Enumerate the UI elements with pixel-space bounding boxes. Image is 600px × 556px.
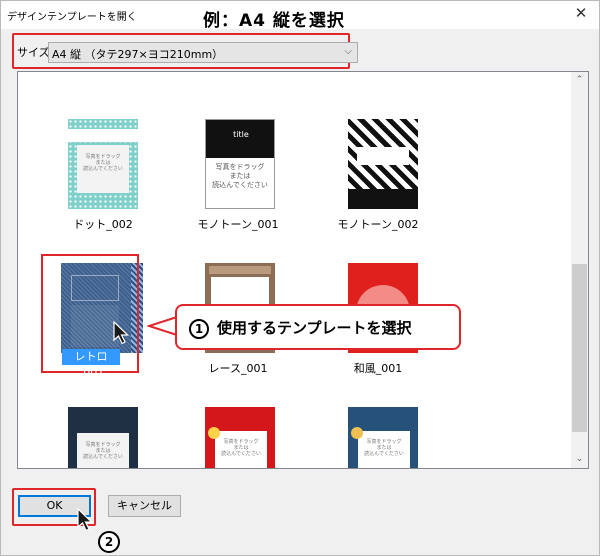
thumbnail-band	[206, 120, 274, 158]
thumbnail-band	[68, 129, 138, 142]
photo-placeholder: 写真をドラッグ または 読込んでください	[215, 431, 267, 468]
template-thumbnail: 写真をドラッグ または 読込んでください	[68, 119, 138, 209]
template-thumbnail: title 写真をドラッグ または 読込んでください	[205, 119, 275, 209]
vertical-scrollbar[interactable]: ⌃ ⌄	[571, 72, 588, 468]
template-thumbnail: 写真をドラッグ または 読込んでください	[68, 407, 138, 468]
scroll-up-icon[interactable]: ⌃	[571, 72, 588, 89]
chevron-down-icon: ⌵	[344, 46, 352, 57]
flower-icon	[208, 427, 220, 439]
step1-number: 1	[189, 319, 209, 339]
flower-icon	[351, 427, 363, 439]
template-thumbnail	[348, 119, 418, 209]
template-item[interactable]: title 写真をドラッグ または 読込んでください モノトーン_001	[183, 119, 293, 239]
scroll-thumb[interactable]	[572, 264, 587, 432]
thumbnail-band	[209, 266, 271, 274]
step2-number: 2	[98, 531, 120, 553]
dialog-title: デザインテンプレートを開く	[7, 12, 137, 23]
template-item[interactable]: 写真をドラッグ または 読込んでください	[323, 407, 433, 468]
template-name: ドット_002	[73, 218, 133, 231]
step1-text-row: 1 使用するテンプレートを選択	[189, 317, 412, 339]
size-selected-value: A4 縦 （タテ297×ヨコ210mm）	[52, 48, 224, 61]
photo-placeholder: 写真をドラッグ または 読込んでください	[77, 145, 129, 193]
template-name: モノトーン_002	[337, 218, 419, 231]
open-template-dialog: デザインテンプレートを開く ✕ 例：A4 縦を選択 サイズ A4 縦 （タテ29…	[0, 0, 600, 556]
template-item[interactable]: 写真をドラッグ または 読込んでください	[48, 407, 158, 468]
template-name: モノトーン_001	[197, 218, 279, 231]
thumbnail-title: title	[233, 130, 249, 139]
example-annotation: 例：A4 縦を選択	[203, 11, 345, 31]
thumbnail-footer	[348, 189, 418, 209]
template-name: レース_001	[208, 362, 268, 375]
size-select[interactable]: A4 縦 （タテ297×ヨコ210mm） ⌵	[48, 42, 358, 63]
template-item[interactable]: 写真をドラッグ または 読込んでください ドット_002	[48, 119, 158, 239]
size-label: サイズ	[17, 46, 50, 59]
photo-placeholder: 写真をドラッグ または 読込んでください	[358, 431, 410, 468]
template-name: 和風_001	[353, 362, 403, 375]
template-thumbnail: 写真をドラッグ または 読込んでください	[348, 407, 418, 468]
photo-placeholder: 写真をドラッグ または 読込んでください	[208, 160, 272, 196]
step1-callout: 1 使用するテンプレートを選択	[175, 304, 461, 350]
photo-placeholder: 写真をドラッグ または 読込んでください	[77, 433, 129, 468]
mouse-cursor-icon	[113, 321, 129, 345]
scroll-down-icon[interactable]: ⌄	[571, 451, 588, 468]
step1-text: 使用するテンプレートを選択	[217, 319, 412, 337]
size-highlight-frame: サイズ A4 縦 （タテ297×ヨコ210mm） ⌵	[12, 33, 358, 69]
thumbnail-band	[357, 147, 409, 165]
mouse-cursor-icon	[77, 508, 93, 532]
template-item[interactable]: 写真をドラッグ または 読込んでください	[183, 407, 293, 468]
selected-template-name[interactable]: レトロ_001	[62, 349, 120, 379]
close-icon[interactable]: ✕	[573, 4, 589, 22]
cancel-button[interactable]: キャンセル	[108, 495, 181, 517]
template-item[interactable]: モノトーン_002	[323, 119, 433, 239]
template-thumbnail: 写真をドラッグ または 読込んでください	[205, 407, 275, 468]
